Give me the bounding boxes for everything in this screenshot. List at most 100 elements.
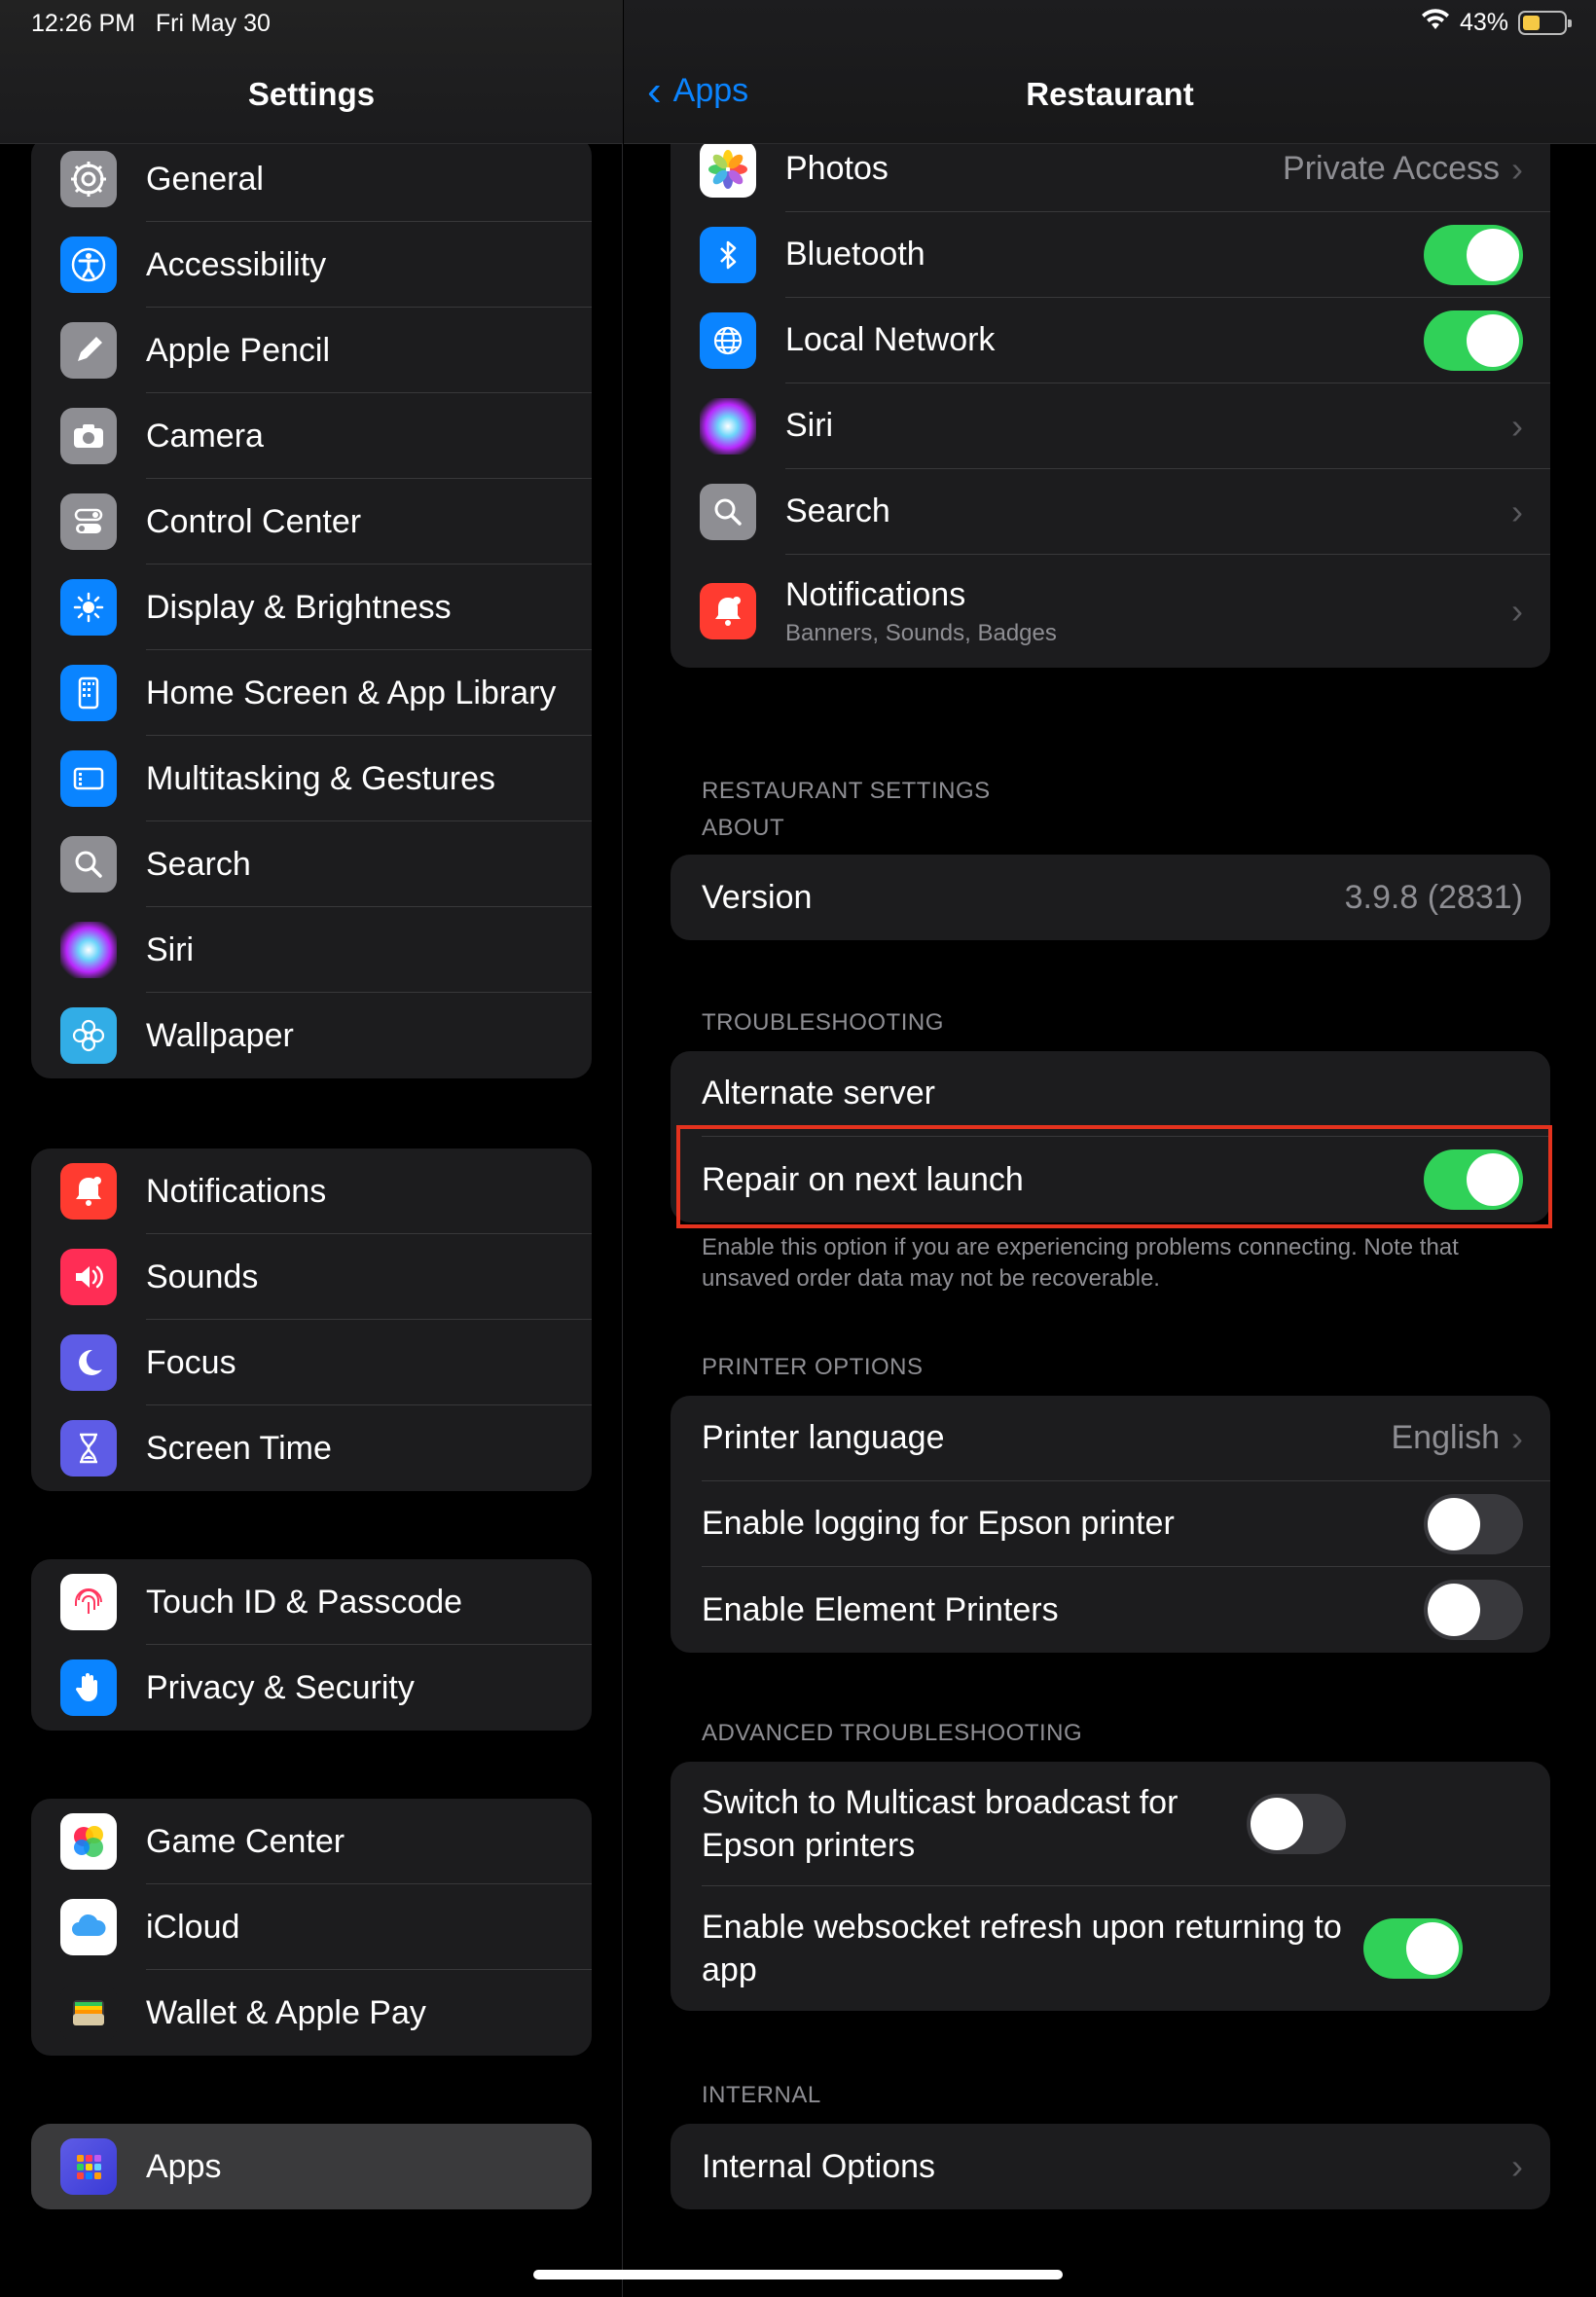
section-header-restaurant-settings: RESTAURANT SETTINGS <box>702 778 991 804</box>
epson-logging-row: Enable logging for Epson printer <box>671 1481 1550 1567</box>
permissions-group: Photos Private Access › Bluetooth Local … <box>671 127 1550 668</box>
sidebar-item-screen-time[interactable]: Screen Time <box>31 1405 592 1491</box>
camera-icon <box>60 408 117 464</box>
bluetooth-icon <box>700 227 756 283</box>
sidebar-item-apps[interactable]: Apps <box>31 2124 592 2209</box>
siri-icon <box>700 398 756 455</box>
sidebar-item-label: Siri <box>146 907 592 993</box>
battery-fill <box>1523 16 1541 30</box>
sidebar-item-home-screen[interactable]: Home Screen & App Library <box>31 650 592 736</box>
sidebar-item-wallpaper[interactable]: Wallpaper <box>31 993 592 1078</box>
battery-percent: 43% <box>1459 9 1508 36</box>
section-header-advanced: ADVANCED TROUBLESHOOTING <box>702 1720 1083 1746</box>
sidebar-item-label: Display & Brightness <box>146 565 592 650</box>
search-row[interactable]: Search › <box>671 469 1550 555</box>
sidebar-group-security: Touch ID & Passcode Privacy & Security <box>31 1559 592 1731</box>
local-network-row: Local Network <box>671 298 1550 383</box>
sidebar-item-icloud[interactable]: iCloud <box>31 1884 592 1970</box>
settings-sidebar: Settings General Accessibility Apple Pen… <box>0 0 623 2297</box>
highlight-box <box>676 1125 1552 1228</box>
troubleshooting-footnote: Enable this option if you are experienci… <box>702 1234 1459 1292</box>
printer-language-row[interactable]: Printer language English › <box>671 1396 1550 1481</box>
wallet-icon <box>60 1985 117 2041</box>
section-header-about: ABOUT <box>702 815 785 841</box>
about-group: Version 3.9.8 (2831) <box>671 855 1550 940</box>
element-printers-label: Enable Element Printers <box>702 1590 1059 1628</box>
notifications-label: Notifications <box>785 575 966 613</box>
status-bar: 12:26 PM Fri May 30 43% <box>0 0 1596 47</box>
alternate-server-label: Alternate server <box>702 1075 935 1112</box>
sidebar-item-label: Apps <box>146 2148 222 2185</box>
chevron-right-icon: › <box>1511 1417 1523 1458</box>
sidebar-item-label: Home Screen & App Library <box>146 650 592 736</box>
fingerprint-icon <box>60 1574 117 1630</box>
apps-grid-icon <box>60 2138 117 2195</box>
multicast-toggle[interactable] <box>1247 1793 1346 1854</box>
sidebar-item-wallet[interactable]: Wallet & Apple Pay <box>31 1970 592 2056</box>
sidebar-item-notifications[interactable]: Notifications <box>31 1148 592 1234</box>
multicast-label: Switch to Multicast broadcast for Epson … <box>702 1783 1179 1864</box>
websocket-toggle[interactable] <box>1363 1918 1463 1979</box>
sidebar-item-general[interactable]: General <box>31 136 592 222</box>
date-text: Fri May 30 <box>155 10 271 37</box>
alternate-server-row[interactable]: Alternate server <box>671 1051 1550 1137</box>
chevron-right-icon: › <box>1511 491 1523 531</box>
sidebar-group-system: General Accessibility Apple Pencil Camer… <box>31 136 592 1078</box>
local-network-toggle[interactable] <box>1424 310 1523 371</box>
sidebar-item-label: Sounds <box>146 1234 592 1320</box>
notifications-sublabel: Banners, Sounds, Badges <box>785 619 1057 646</box>
sidebar-item-focus[interactable]: Focus <box>31 1320 592 1405</box>
bluetooth-toggle[interactable] <box>1424 224 1523 285</box>
toggle-knob <box>1467 313 1519 367</box>
photos-icon <box>700 141 756 198</box>
bell-icon <box>60 1163 117 1220</box>
sidebar-item-label: Wallpaper <box>146 1017 294 1054</box>
row-body: Siri › <box>785 383 1550 469</box>
sidebar-item-touch-id[interactable]: Touch ID & Passcode <box>31 1559 592 1645</box>
local-network-label: Local Network <box>785 321 996 358</box>
search-icon <box>60 836 117 893</box>
sidebar-item-accessibility[interactable]: Accessibility <box>31 222 592 308</box>
sidebar-item-control-center[interactable]: Control Center <box>31 479 592 565</box>
toggle-knob <box>1428 1584 1480 1636</box>
sidebar-item-privacy[interactable]: Privacy & Security <box>31 1645 592 1731</box>
sidebar-item-display[interactable]: Display & Brightness <box>31 565 592 650</box>
sidebar-item-label: Control Center <box>146 479 592 565</box>
epson-logging-label: Enable logging for Epson printer <box>702 1505 1175 1542</box>
chevron-right-icon: › <box>1511 591 1523 631</box>
home-screen-icon <box>60 665 117 721</box>
row-body: Enable websocket refresh upon returning … <box>702 1886 1550 2011</box>
websocket-row: Enable websocket refresh upon returning … <box>671 1886 1550 2011</box>
sidebar-item-camera[interactable]: Camera <box>31 393 592 479</box>
element-printers-toggle[interactable] <box>1424 1580 1523 1640</box>
bluetooth-row: Bluetooth <box>671 212 1550 298</box>
printer-language-label: Printer language <box>702 1419 945 1456</box>
sidebar-item-siri[interactable]: Siri <box>31 907 592 993</box>
moon-icon <box>60 1334 117 1391</box>
sidebar-item-label: Search <box>146 821 592 907</box>
row-body: Switch to Multicast broadcast for Epson … <box>702 1762 1550 1886</box>
flower-icon <box>60 1007 117 1064</box>
status-right: 43% <box>1421 8 1572 38</box>
sidebar-item-label: Notifications <box>146 1148 592 1234</box>
section-header-printer-options: PRINTER OPTIONS <box>702 1354 924 1380</box>
sidebar-item-game-center[interactable]: Game Center <box>31 1799 592 1884</box>
hand-icon <box>60 1659 117 1716</box>
sidebar-item-search[interactable]: Search <box>31 821 592 907</box>
internal-options-row[interactable]: Internal Options › <box>671 2124 1550 2209</box>
row-body: Local Network <box>785 298 1550 383</box>
toggle-knob <box>1467 228 1519 281</box>
sidebar-item-multitasking[interactable]: Multitasking & Gestures <box>31 736 592 821</box>
siri-row[interactable]: Siri › <box>671 383 1550 469</box>
cloud-icon <box>60 1899 117 1955</box>
epson-logging-toggle[interactable] <box>1424 1493 1523 1554</box>
sidebar-item-apple-pencil[interactable]: Apple Pencil <box>31 308 592 393</box>
internal-options-label: Internal Options <box>702 2147 936 2185</box>
toggles-icon <box>60 493 117 550</box>
notifications-row[interactable]: Notifications Banners, Sounds, Badges › <box>671 555 1550 668</box>
sidebar-item-sounds[interactable]: Sounds <box>31 1234 592 1320</box>
home-indicator[interactable] <box>533 2270 1063 2279</box>
pencil-icon <box>60 322 117 379</box>
sidebar-item-label: Focus <box>146 1320 592 1405</box>
advanced-group: Switch to Multicast broadcast for Epson … <box>671 1762 1550 2011</box>
